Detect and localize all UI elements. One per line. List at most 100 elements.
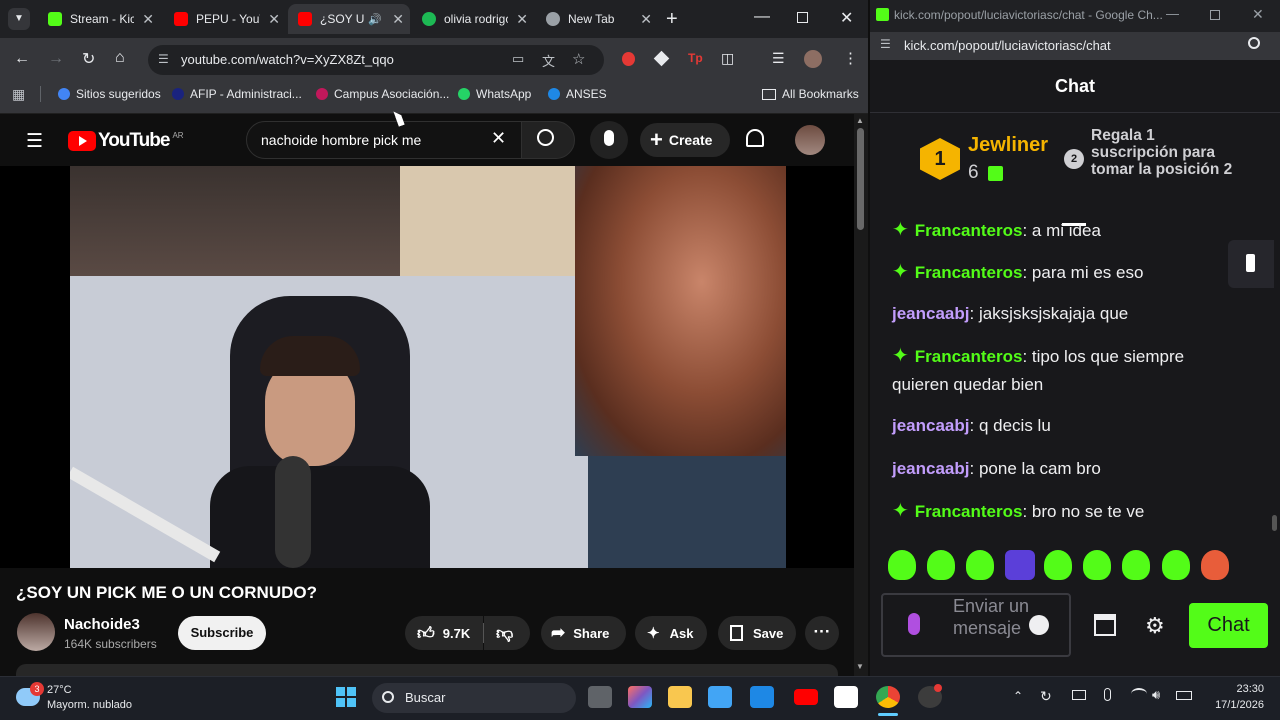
settings-gear-icon[interactable]: ⚙ — [1145, 613, 1165, 639]
bookmark-afip[interactable]: AFIP - Administraci... — [172, 87, 302, 101]
emote-angry-icon[interactable] — [888, 550, 916, 580]
video-player[interactable] — [70, 166, 786, 568]
kick-zoom-icon[interactable] — [1248, 37, 1260, 49]
tab-spotify[interactable]: olivia rodrigo ✕ — [412, 4, 534, 34]
menu-hamburger-icon[interactable]: ☰ — [26, 130, 43, 153]
scrollbar-thumb[interactable] — [857, 128, 864, 230]
maximize-button[interactable] — [797, 12, 808, 23]
voice-search-button[interactable] — [590, 121, 628, 159]
bookmark-anses[interactable]: ANSES — [548, 87, 607, 101]
task-view-icon[interactable] — [588, 686, 612, 708]
translate-icon[interactable]: 文 — [542, 51, 555, 70]
chat-scrollbar-thumb[interactable] — [1272, 515, 1277, 531]
all-bookmarks[interactable]: All Bookmarks — [762, 87, 859, 101]
extension-tp-icon[interactable]: Tp — [688, 51, 703, 65]
pin-button[interactable] — [1228, 240, 1274, 288]
mic-tray-icon[interactable] — [1104, 688, 1111, 701]
profile-avatar[interactable] — [804, 50, 822, 68]
clock-time[interactable]: 23:30 — [1222, 683, 1264, 695]
subscribe-button[interactable]: Subscribe — [178, 616, 266, 650]
close-tab-icon[interactable]: ✕ — [142, 11, 154, 28]
clear-search-icon[interactable]: ✕ — [491, 128, 506, 149]
account-avatar[interactable] — [795, 125, 825, 155]
share-button[interactable]: ➦ Share — [541, 616, 626, 650]
sync-icon[interactable]: ↻ — [1040, 688, 1052, 705]
more-actions-button[interactable]: ··· — [805, 616, 839, 650]
apps-grid-icon[interactable]: ▦ — [12, 86, 25, 103]
youtube-app-icon[interactable] — [794, 689, 818, 705]
kick-site-info-icon[interactable]: ☰ — [880, 37, 891, 51]
tab-active-video[interactable]: ¿SOY UN PICK ME 🔊 ✕ — [288, 4, 410, 34]
store-icon[interactable] — [1094, 614, 1116, 636]
reload-icon[interactable]: ↻ — [82, 49, 95, 69]
chrome-app-icon[interactable] — [876, 686, 900, 708]
battery-icon[interactable] — [1176, 691, 1192, 700]
forward-icon[interactable]: → — [48, 50, 64, 68]
extension-red-icon[interactable] — [622, 52, 635, 66]
emote-laugh-icon[interactable] — [1201, 550, 1229, 580]
clock-date[interactable]: 17/1/2026 — [1200, 699, 1264, 711]
wifi-icon[interactable] — [1131, 688, 1147, 700]
bookmark-whatsapp[interactable]: WhatsApp — [458, 87, 531, 101]
tab-search-button[interactable]: ▼ — [8, 8, 30, 30]
tab-pepu-youtube[interactable]: PEPU - YouTube ✕ — [164, 4, 286, 34]
browser-menu-icon[interactable]: ⋮ — [843, 49, 858, 67]
volume-icon[interactable]: 🔊︎ — [1152, 687, 1160, 703]
save-button[interactable]: Save — [718, 616, 796, 650]
emote-eyes-icon[interactable] — [966, 550, 994, 580]
weather-widget[interactable]: 3 27°C Mayorm. nublado — [14, 682, 144, 716]
chat-message-input[interactable]: Enviar un mensaje — [881, 593, 1071, 657]
bookmark-sitios[interactable]: Sitios sugeridos — [58, 87, 161, 101]
close-window-button[interactable]: ✕ — [840, 8, 853, 28]
notifications-bell-icon[interactable] — [746, 129, 764, 147]
emote-ghost-icon[interactable] — [1083, 550, 1111, 580]
bookmark-star-icon[interactable]: ☆ — [572, 50, 585, 68]
youtube-logo[interactable]: YouTube AR — [68, 130, 184, 152]
new-tab-button[interactable]: + — [666, 8, 678, 31]
close-tab-icon[interactable]: ✕ — [516, 11, 528, 28]
close-tab-icon[interactable]: ✕ — [268, 11, 280, 28]
emoji-picker-icon[interactable] — [1029, 615, 1049, 635]
search-button[interactable] — [521, 121, 575, 159]
emote-purple-icon[interactable] — [1005, 550, 1035, 580]
emote-happy-icon[interactable] — [1162, 550, 1190, 580]
minimize-button[interactable]: — — [754, 8, 770, 26]
send-chat-button[interactable]: Chat — [1189, 603, 1268, 648]
tab-new-tab[interactable]: New Tab ✕ — [536, 4, 658, 34]
close-tab-icon[interactable]: ✕ — [392, 11, 404, 28]
dislike-button[interactable]: 👎︎ — [484, 616, 530, 650]
bookmark-campus[interactable]: Campus Asociación... — [316, 87, 449, 101]
file-explorer-icon[interactable] — [668, 686, 692, 708]
emote-glasses-icon[interactable] — [1044, 550, 1072, 580]
emote-smile-icon[interactable] — [927, 550, 955, 580]
top-gifter-name[interactable]: Jewliner — [968, 134, 1048, 157]
photos-app-icon[interactable] — [834, 686, 858, 708]
kick-minimize-button[interactable]: — — [1166, 6, 1179, 21]
like-button[interactable]: 👍︎ 9.7K — [405, 616, 483, 650]
media-control-icon[interactable]: ☰ — [772, 50, 785, 67]
search-input[interactable]: nachoide hombre pick me ✕ — [246, 121, 522, 159]
back-icon[interactable]: ← — [14, 50, 30, 68]
tray-overflow-icon[interactable]: ⌃ — [1013, 689, 1023, 703]
kick-maximize-button[interactable] — [1210, 10, 1220, 20]
camera-off-icon[interactable] — [1072, 690, 1086, 700]
ask-button[interactable]: ✦ Ask — [635, 616, 707, 650]
scroll-up-arrow[interactable]: ▲ — [856, 116, 864, 125]
tab-kick-stream[interactable]: Stream - Kick ✕ — [38, 4, 160, 34]
cast-icon[interactable]: ▭ — [512, 51, 524, 67]
speaker-icon[interactable]: 🔊 — [368, 13, 382, 26]
microphone-icon[interactable] — [908, 613, 920, 635]
site-info-icon[interactable]: ☰ — [158, 52, 169, 66]
store-app-icon[interactable] — [708, 686, 732, 708]
create-button[interactable]: + Create — [640, 123, 730, 157]
channel-avatar[interactable] — [17, 613, 55, 651]
copilot-icon[interactable] — [628, 686, 652, 708]
taskbar-search[interactable]: Buscar — [372, 683, 576, 713]
channel-name[interactable]: Nachoide3 — [64, 616, 140, 633]
close-tab-icon[interactable]: ✕ — [640, 11, 652, 28]
address-bar[interactable]: ☰ youtube.com/watch?v=XyZX8Zt_qqo ▭ 文 ☆ — [148, 45, 604, 75]
extensions-puzzle-icon[interactable]: ◫ — [721, 50, 734, 67]
outlook-icon[interactable] — [750, 686, 774, 708]
kick-close-button[interactable]: ✕ — [1252, 6, 1264, 23]
home-icon[interactable]: ⌂ — [115, 49, 125, 67]
